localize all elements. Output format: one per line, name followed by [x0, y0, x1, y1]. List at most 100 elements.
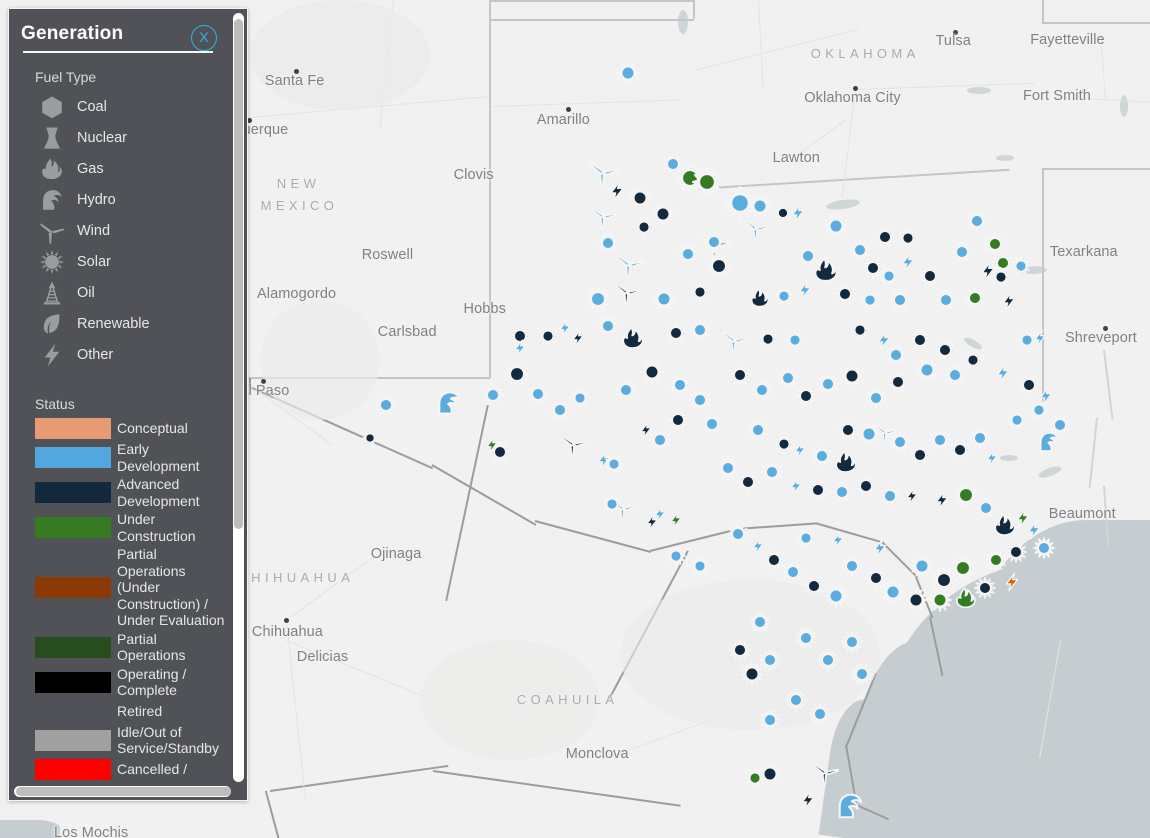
- generation-legend-panel[interactable]: Generation X Fuel Type CoalNuclearGasHyd…: [8, 8, 248, 801]
- generation-marker-solar[interactable]: [840, 364, 864, 388]
- generation-marker-gas[interactable]: [954, 586, 978, 610]
- generation-marker-solar[interactable]: [831, 481, 853, 503]
- generation-marker-gas[interactable]: [833, 449, 859, 475]
- generation-marker-solar[interactable]: [951, 241, 973, 263]
- generation-marker-bolt[interactable]: [1031, 329, 1049, 347]
- generation-marker-solar[interactable]: [690, 282, 710, 302]
- generation-marker-bolt[interactable]: [983, 449, 1001, 467]
- fuel-type-row-wind[interactable]: Wind: [37, 215, 233, 246]
- generation-marker-solar[interactable]: [795, 627, 817, 649]
- generation-marker-solar[interactable]: [841, 555, 863, 577]
- generation-marker-bolt[interactable]: [606, 180, 628, 202]
- generation-marker-solar[interactable]: [749, 611, 771, 633]
- generation-marker-solar[interactable]: [785, 689, 807, 711]
- generation-marker-solar[interactable]: [811, 445, 833, 467]
- generation-marker-solar[interactable]: [851, 663, 873, 685]
- status-row-5[interactable]: Partial Operations: [35, 631, 233, 664]
- fuel-type-row-gas[interactable]: Gas: [37, 153, 233, 184]
- generation-marker-bolt[interactable]: [1002, 572, 1022, 592]
- generation-marker-gas[interactable]: [620, 325, 646, 351]
- generation-marker-wind[interactable]: [591, 203, 617, 229]
- generation-marker-solar[interactable]: [1033, 537, 1055, 559]
- generation-marker-solar[interactable]: [634, 217, 654, 237]
- generation-marker-solar[interactable]: [796, 528, 816, 548]
- generation-marker-wind[interactable]: [722, 327, 748, 353]
- generation-marker-bolt[interactable]: [483, 436, 501, 454]
- status-row-0[interactable]: Conceptual: [35, 418, 233, 439]
- generation-marker-bolt[interactable]: [667, 511, 685, 529]
- generation-marker-solar[interactable]: [1005, 541, 1027, 563]
- generation-marker-solar[interactable]: [803, 575, 825, 597]
- generation-marker-solar[interactable]: [692, 167, 722, 197]
- generation-marker-bolt[interactable]: [977, 260, 999, 282]
- generation-marker-solar[interactable]: [782, 561, 804, 583]
- generation-marker-solar[interactable]: [362, 430, 378, 446]
- fuel-type-row-hydro[interactable]: Hydro: [37, 184, 233, 215]
- generation-marker-solar[interactable]: [747, 419, 769, 441]
- generation-marker-solar[interactable]: [929, 429, 951, 451]
- generation-marker-solar[interactable]: [865, 387, 887, 409]
- generation-marker-solar[interactable]: [717, 457, 739, 479]
- generation-marker-solar[interactable]: [1007, 410, 1027, 430]
- generation-marker-solar[interactable]: [482, 384, 504, 406]
- generation-marker-solar[interactable]: [597, 315, 619, 337]
- generation-marker-solar[interactable]: [549, 399, 571, 421]
- generation-marker-solar[interactable]: [651, 202, 675, 226]
- generation-marker-solar[interactable]: [910, 554, 934, 578]
- panel-horizontal-scrollbar[interactable]: [14, 786, 231, 797]
- generation-marker-solar[interactable]: [928, 588, 952, 612]
- generation-marker-solar[interactable]: [915, 358, 939, 382]
- generation-marker-solar[interactable]: [824, 214, 848, 238]
- generation-marker-wind[interactable]: [813, 759, 839, 785]
- generation-marker-solar[interactable]: [597, 232, 619, 254]
- generation-marker-solar[interactable]: [874, 226, 896, 248]
- generation-marker-bolt[interactable]: [798, 790, 818, 810]
- generation-marker-solar[interactable]: [727, 523, 749, 545]
- generation-marker-solar[interactable]: [751, 379, 773, 401]
- generation-marker-solar[interactable]: [865, 567, 887, 589]
- generation-marker-solar[interactable]: [666, 546, 686, 566]
- generation-marker-solar[interactable]: [662, 153, 684, 175]
- generation-marker-solar[interactable]: [527, 383, 549, 405]
- generation-marker-solar[interactable]: [701, 413, 723, 435]
- generation-marker-solar[interactable]: [689, 319, 711, 341]
- status-row-6[interactable]: Operating / Complete: [35, 666, 233, 699]
- generation-marker-solar[interactable]: [758, 329, 778, 349]
- panel-vertical-scrollbar[interactable]: [233, 13, 244, 782]
- generation-marker-bolt[interactable]: [511, 339, 529, 357]
- generation-marker-bolt[interactable]: [795, 280, 815, 300]
- generation-marker-solar[interactable]: [807, 479, 829, 501]
- generation-marker-bolt[interactable]: [637, 421, 655, 439]
- generation-marker-solar[interactable]: [934, 339, 956, 361]
- status-row-8[interactable]: Idle/Out of Service/Standby: [35, 724, 233, 757]
- generation-marker-solar[interactable]: [966, 210, 988, 232]
- generation-marker-bolt[interactable]: [829, 531, 847, 549]
- status-row-3[interactable]: Under Construction: [35, 511, 233, 544]
- generation-marker-solar[interactable]: [759, 649, 781, 671]
- generation-marker-solar[interactable]: [824, 584, 848, 608]
- generation-marker-solar[interactable]: [969, 427, 991, 449]
- generation-marker-solar[interactable]: [985, 549, 1007, 571]
- generation-marker-solar[interactable]: [850, 320, 870, 340]
- generation-marker-solar[interactable]: [885, 344, 907, 366]
- generation-marker-solar[interactable]: [860, 290, 880, 310]
- fuel-type-row-renewable[interactable]: Renewable: [37, 308, 233, 339]
- generation-marker-solar[interactable]: [964, 287, 986, 309]
- fuel-type-row-solar[interactable]: Solar: [37, 246, 233, 277]
- generation-marker-solar[interactable]: [538, 326, 558, 346]
- generation-marker-wind[interactable]: [615, 249, 645, 279]
- generation-marker-solar[interactable]: [665, 322, 687, 344]
- generation-marker-solar[interactable]: [963, 350, 983, 370]
- panel-horizontal-scrollbar-thumb[interactable]: [16, 787, 231, 796]
- generation-marker-solar[interactable]: [703, 231, 725, 253]
- generation-marker-solar[interactable]: [837, 419, 859, 441]
- generation-marker-bolt[interactable]: [993, 363, 1013, 383]
- generation-marker-solar[interactable]: [795, 385, 817, 407]
- generation-marker-solar[interactable]: [375, 394, 397, 416]
- status-row-4[interactable]: Partial Operations (Under Construction) …: [35, 546, 233, 629]
- generation-marker-solar[interactable]: [909, 444, 931, 466]
- status-row-2[interactable]: Advanced Development: [35, 476, 233, 509]
- generation-marker-gas[interactable]: [749, 287, 771, 309]
- generation-marker-solar[interactable]: [729, 364, 751, 386]
- generation-marker-solar[interactable]: [809, 703, 831, 725]
